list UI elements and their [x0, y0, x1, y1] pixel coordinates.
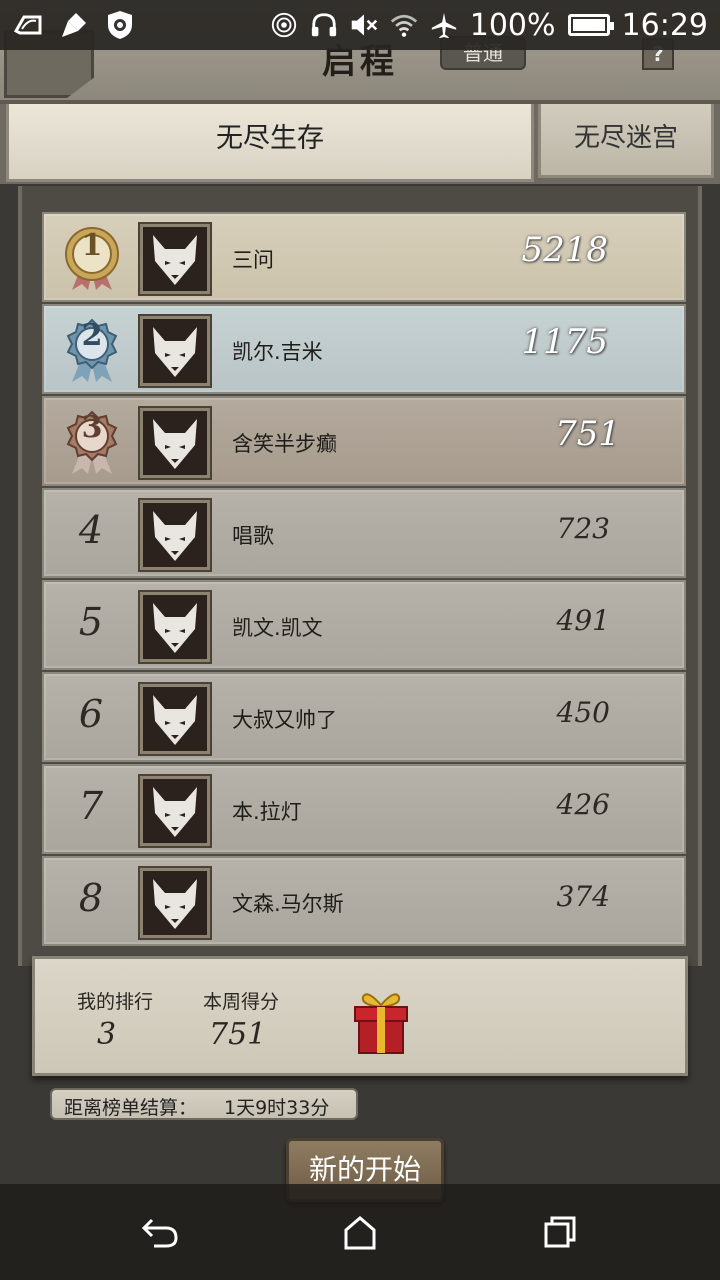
my-rank-label: 我的排行 [77, 991, 154, 1013]
back-arrow-icon[interactable] [140, 1212, 180, 1252]
gift-box-icon[interactable] [349, 989, 413, 1057]
avatar [140, 408, 210, 478]
rank-number: 2 [81, 318, 103, 353]
wolf-icon [153, 787, 197, 837]
avatar [140, 316, 210, 386]
home-icon[interactable] [340, 1212, 380, 1252]
rank-number: 1 [81, 228, 103, 263]
rank-number: 3 [81, 410, 103, 445]
weekly-score-value: 751 [209, 1017, 267, 1052]
rank-number: 5 [78, 600, 104, 644]
rank-number: 8 [78, 876, 104, 920]
avatar [140, 776, 210, 846]
leaderboard-row[interactable]: 4 唱歌 723 [42, 488, 686, 578]
settings-shield-icon [106, 11, 134, 39]
player-score: 751 [555, 414, 620, 454]
player-score: 723 [556, 512, 610, 545]
player-score: 1175 [521, 322, 608, 362]
wolf-icon [153, 511, 197, 561]
mute-icon [350, 11, 378, 39]
status-bar: 100% 16:29 [0, 0, 720, 50]
player-score: 450 [556, 696, 610, 729]
settlement-countdown: 距离榜单结算： 1天9时33分 [50, 1088, 358, 1120]
wifi-icon [390, 11, 418, 39]
leaderboard-row[interactable]: 3 含笑半步癫 751 [42, 396, 686, 486]
rank-number: 7 [78, 784, 104, 828]
player-score: 5218 [521, 230, 608, 270]
my-ranking-panel: 我的排行 3 本周得分 751 [32, 956, 688, 1076]
leaderboard-row[interactable]: 5 凯文.凯文 491 [42, 580, 686, 670]
player-name: 含笑半步癫 [232, 432, 337, 456]
wolf-icon [153, 695, 197, 745]
player-name: 三问 [232, 248, 274, 272]
battery-percent: 100% [469, 7, 556, 43]
avatar [140, 224, 210, 294]
headset-icon [310, 11, 338, 39]
player-score: 426 [556, 788, 610, 821]
leaderboard-row[interactable]: 7 本.拉灯 426 [42, 764, 686, 854]
hotspot-icon [270, 11, 298, 39]
player-name: 文森.马尔斯 [232, 892, 344, 916]
player-score: 374 [556, 880, 610, 913]
leaderboard-row[interactable]: 1 三问 5218 [42, 212, 686, 302]
rank-number: 6 [78, 692, 104, 736]
player-name: 唱歌 [232, 524, 274, 548]
leaderboard-row[interactable]: 8 文森.马尔斯 374 [42, 856, 686, 946]
countdown-label: 距离榜单结算： [64, 1097, 198, 1119]
airplane-icon [430, 11, 458, 39]
notification-icon [14, 11, 42, 39]
tab-endless-maze[interactable]: 无尽迷宫 [538, 104, 714, 178]
clock-time: 16:29 [621, 7, 708, 43]
wolf-icon [153, 235, 197, 285]
wolf-icon [153, 327, 197, 377]
wolf-icon [153, 419, 197, 469]
battery-icon [567, 14, 614, 36]
player-name: 凯文.凯文 [232, 616, 323, 640]
avatar [140, 592, 210, 662]
player-name: 大叔又帅了 [232, 708, 337, 732]
leaderboard[interactable]: 1 三问 5218 2 凯尔.吉米 1175 3 含笑半步癫 751 4 唱歌 … [18, 186, 702, 966]
leaderboard-row[interactable]: 2 凯尔.吉米 1175 [42, 304, 686, 394]
recent-apps-icon[interactable] [540, 1212, 580, 1252]
cleaner-icon [60, 11, 88, 39]
my-rank-value: 3 [97, 1017, 117, 1052]
player-name: 本.拉灯 [232, 800, 302, 824]
leaderboard-row[interactable]: 6 大叔又帅了 450 [42, 672, 686, 762]
tab-endless-survival[interactable]: 无尽生存 [6, 104, 534, 182]
rank-number: 4 [78, 508, 104, 552]
wolf-icon [153, 603, 197, 653]
wolf-icon [153, 879, 197, 929]
system-nav-bar [0, 1184, 720, 1280]
player-score: 491 [556, 604, 610, 637]
weekly-score-label: 本周得分 [203, 991, 280, 1013]
avatar [140, 500, 210, 570]
avatar [140, 868, 210, 938]
avatar [140, 684, 210, 754]
mode-tabs: 无尽生存 无尽迷宫 [0, 104, 720, 184]
player-name: 凯尔.吉米 [232, 340, 323, 364]
countdown-value: 1天9时33分 [224, 1097, 330, 1119]
